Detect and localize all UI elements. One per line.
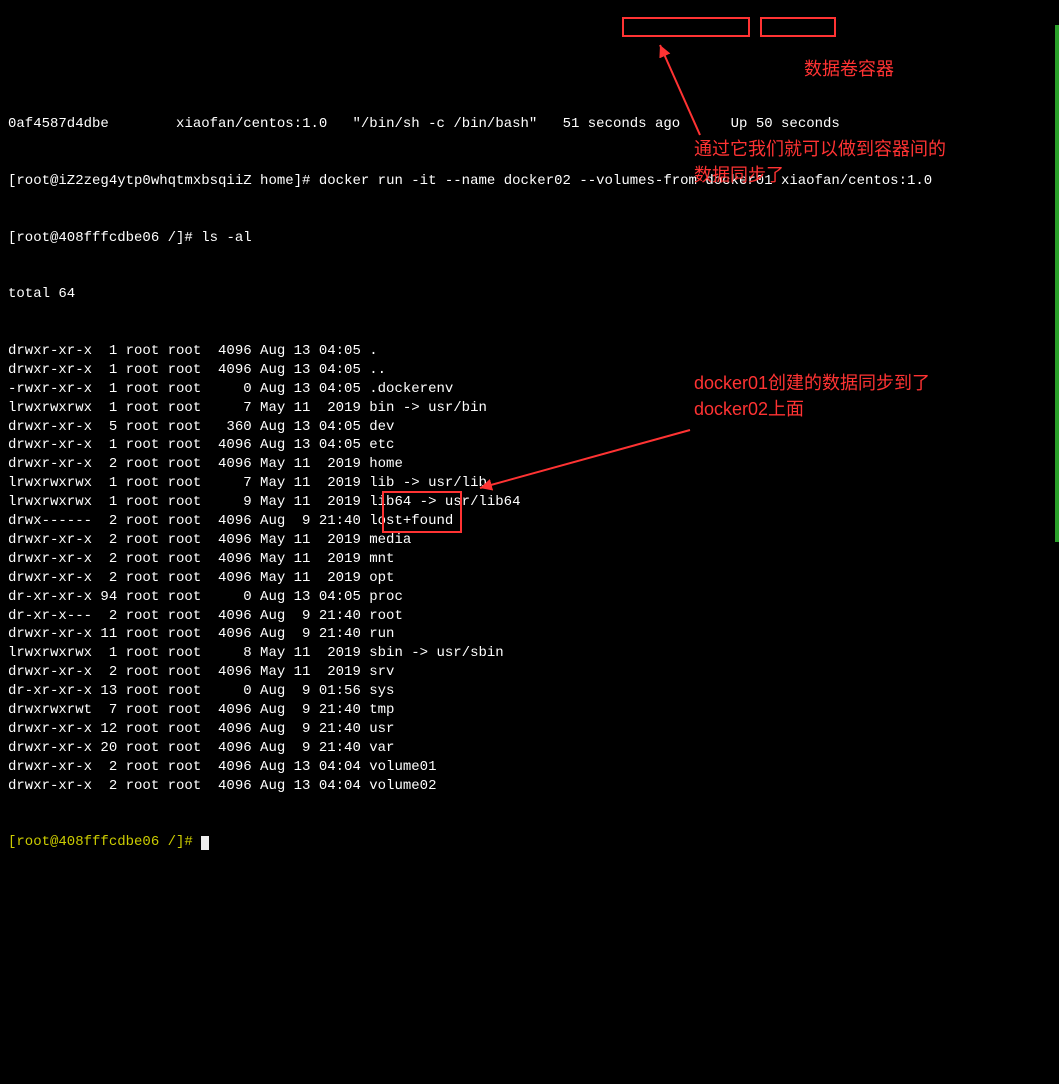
listing-row: drwxr-xr-x 1 root root 4096 Aug 13 04:05…: [8, 436, 1051, 455]
ls-line: [root@408fffcdbe06 /]# ls -al: [8, 229, 1051, 248]
listing-row: drwxr-xr-x 2 root root 4096 Aug 13 04:04…: [8, 758, 1051, 777]
listing-row: drwxr-xr-x 12 root root 4096 Aug 9 21:40…: [8, 720, 1051, 739]
annotation-sync-text: 通过它我们就可以做到容器间的数据同步了: [694, 136, 946, 188]
annotation-docker01-sync: docker01创建的数据同步到了docker02上面: [694, 370, 930, 422]
listing-row: drwxr-xr-x 2 root root 4096 May 11 2019 …: [8, 531, 1051, 550]
prompt-2: [root@408fffcdbe06 /]#: [8, 230, 193, 246]
listing-row: dr-xr-xr-x 94 root root 0 Aug 13 04:05 p…: [8, 588, 1051, 607]
ps-command: "/bin/sh -c /bin/bash": [353, 116, 538, 132]
total-line: total 64: [8, 285, 1051, 304]
listing-row: drwxrwxrwt 7 root root 4096 Aug 9 21:40 …: [8, 701, 1051, 720]
ps-container-id: 0af4587d4dbe: [8, 116, 109, 132]
box-volumes-from: [622, 17, 750, 37]
listing-row: drwxr-xr-x 2 root root 4096 Aug 13 04:04…: [8, 777, 1051, 796]
prompt-1: [root@iZ2zeg4ytp0whqtmxbsqiiZ home]#: [8, 173, 310, 189]
listing-row: drwxr-xr-x 2 root root 4096 May 11 2019 …: [8, 550, 1051, 569]
listing-row: drwxr-xr-x 2 root root 4096 May 11 2019 …: [8, 663, 1051, 682]
docker-run-cmd: docker run -it --name docker02: [319, 173, 571, 189]
ps-created: 51 seconds ago: [563, 116, 681, 132]
listing-row: drwxr-xr-x 20 root root 4096 Aug 9 21:40…: [8, 739, 1051, 758]
listing-row: drwx------ 2 root root 4096 Aug 9 21:40 …: [8, 512, 1051, 531]
volumes-from-flag: --volumes-from: [579, 173, 697, 189]
listing-row: dr-xr-xr-x 13 root root 0 Aug 9 01:56 sy…: [8, 682, 1051, 701]
scrollbar[interactable]: [1055, 25, 1059, 542]
listing-row: lrwxrwxrwx 1 root root 7 May 11 2019 lib…: [8, 474, 1051, 493]
ps-status: Up 50 seconds: [731, 116, 840, 132]
listing-row: drwxr-xr-x 11 root root 4096 Aug 9 21:40…: [8, 625, 1051, 644]
annotation-data-volume-container: 数据卷容器: [804, 56, 894, 82]
listing-row: dr-xr-x--- 2 root root 4096 Aug 9 21:40 …: [8, 607, 1051, 626]
ps-image: xiaofan/centos:1.0: [176, 116, 327, 132]
listing-row: lrwxrwxrwx 1 root root 9 May 11 2019 lib…: [8, 493, 1051, 512]
ls-cmd: ls -al: [201, 230, 251, 246]
box-volumes: [382, 491, 462, 533]
listing-row: drwxr-xr-x 2 root root 4096 May 11 2019 …: [8, 569, 1051, 588]
listing-row: lrwxrwxrwx 1 root root 8 May 11 2019 sbi…: [8, 644, 1051, 663]
box-docker01: [760, 17, 836, 37]
ps-header-row: 0af4587d4dbe xiaofan/centos:1.0 "/bin/sh…: [8, 115, 1051, 134]
final-prompt-line[interactable]: [root@408fffcdbe06 /]#: [8, 833, 1051, 852]
prompt-3: [root@408fffcdbe06 /]#: [8, 834, 193, 850]
listing-row: drwxr-xr-x 2 root root 4096 May 11 2019 …: [8, 455, 1051, 474]
terminal[interactable]: 0af4587d4dbe xiaofan/centos:1.0 "/bin/sh…: [0, 76, 1059, 873]
cursor: [201, 836, 209, 850]
listing-row: drwxr-xr-x 1 root root 4096 Aug 13 04:05…: [8, 342, 1051, 361]
